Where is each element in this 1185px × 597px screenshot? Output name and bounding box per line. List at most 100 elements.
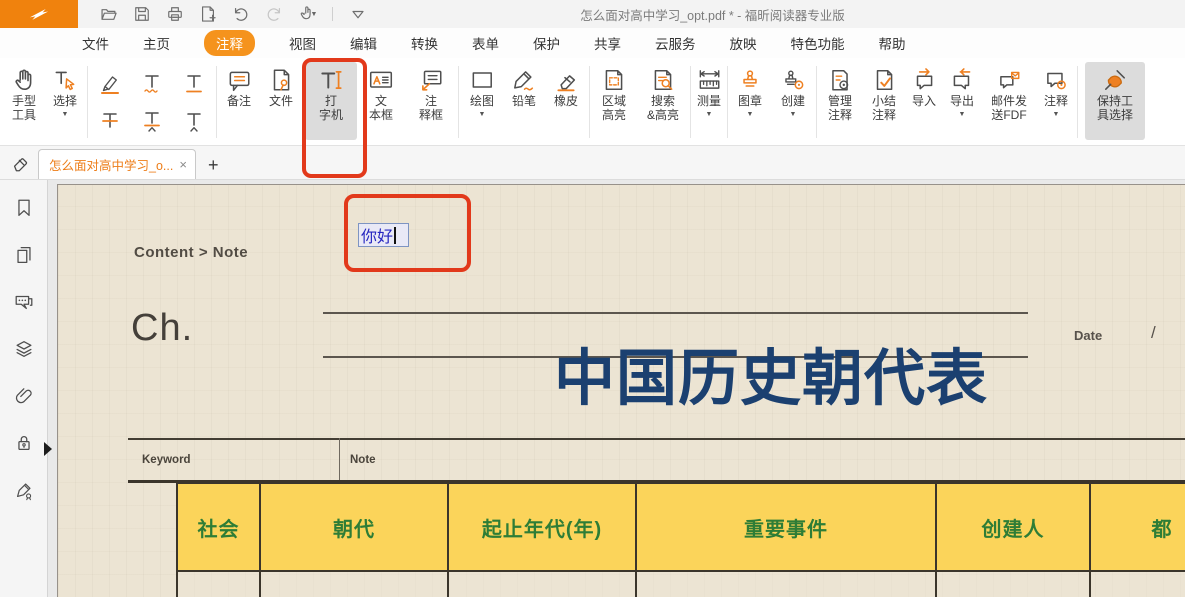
menu-item-保护[interactable]: 保护 <box>533 31 560 55</box>
ribbon-button-textbox[interactable]: 文本框 <box>357 62 405 140</box>
ribbon-button-comments-menu[interactable]: 注释▼ <box>1036 62 1076 140</box>
ribbon-button-label: 备注 <box>227 95 251 109</box>
keyword-note-divider <box>339 438 340 482</box>
quick-access-hand-mode-button[interactable]: ▼ <box>296 3 318 25</box>
dropdown-arrow-icon: ▼ <box>959 111 966 118</box>
dropdown-arrow-icon: ▼ <box>706 111 713 118</box>
ribbon-button-file-attach[interactable]: 文件 <box>260 62 302 140</box>
menu-item-放映[interactable]: 放映 <box>730 31 757 55</box>
textbox-icon <box>368 65 394 95</box>
text-markup-grid <box>89 62 215 140</box>
ribbon-button-note[interactable]: 备注 <box>218 62 260 140</box>
ribbon-button-draw[interactable]: 绘图 ▼ <box>460 62 504 140</box>
ribbon-button-label: 邮件发 <box>991 95 1027 109</box>
table-header-cell: 重要事件 <box>637 484 937 570</box>
ribbon-button-manage-comments[interactable]: 管理注释 <box>818 62 862 140</box>
ribbon-button-label: 图章 <box>738 95 762 109</box>
ribbon-button-create-stamp[interactable]: 创建▼ <box>771 62 815 140</box>
select-icon <box>52 65 78 95</box>
table-header-cell: 创建人 <box>937 484 1091 570</box>
document-area: Content > Note 你好 Ch. Date / 中国历史朝代表 Key… <box>0 180 1185 597</box>
ribbon-button-label: 工具 <box>12 109 36 123</box>
menu-item-文件[interactable]: 文件 <box>82 31 109 55</box>
date-label: Date <box>1074 328 1102 343</box>
quick-access-undo-button[interactable] <box>230 3 252 25</box>
ribbon-button-insert-text[interactable] <box>175 104 213 138</box>
ribbon-button-select[interactable]: 选择▼ <box>44 62 86 140</box>
ribbon-button-search-highlight[interactable]: 搜索&高亮 <box>637 62 689 140</box>
ribbon-button-strikeout[interactable] <box>91 104 129 138</box>
quick-access-redo-button[interactable] <box>263 3 285 25</box>
menu-item-特色功能[interactable]: 特色功能 <box>791 31 845 55</box>
sidebar-attachments-panel-button[interactable] <box>11 384 37 408</box>
pencil-icon <box>511 65 537 95</box>
menu-item-云服务[interactable]: 云服务 <box>655 31 696 55</box>
eraser-tool-icon[interactable] <box>8 150 34 176</box>
sidebar-comments-panel-button[interactable] <box>11 290 37 314</box>
quick-access-save-button[interactable] <box>131 3 153 25</box>
quick-access-collapse-toolbar-button[interactable] <box>347 3 369 25</box>
sidebar-signature-panel-button[interactable] <box>11 478 37 502</box>
menu-item-表单[interactable]: 表单 <box>472 31 499 55</box>
replace-text-icon <box>140 109 164 133</box>
window-title: 怎么面对高中学习_opt.pdf * - 福昕阅读器专业版 <box>240 5 1185 24</box>
dropdown-arrow-icon: ▼ <box>479 111 486 118</box>
ribbon-group-divider <box>816 66 817 138</box>
ribbon-button-typewriter[interactable]: 打字机 <box>305 62 357 140</box>
table-header-cell: 朝代 <box>261 484 449 570</box>
ribbon-button-underline[interactable] <box>175 66 213 100</box>
ribbon-button-squiggly-underline[interactable] <box>133 66 171 100</box>
ribbon-button-summarize-comments[interactable]: 小结注释 <box>862 62 906 140</box>
ribbon-button-label: 导入 <box>912 95 936 109</box>
ribbon-button-measure[interactable]: 测量▼ <box>692 62 726 140</box>
quick-access-open-folder-button[interactable] <box>98 3 120 25</box>
menu-item-主页[interactable]: 主页 <box>143 31 170 55</box>
sidebar-pages-panel-button[interactable] <box>11 243 37 267</box>
ribbon-button-keep-tool-selected[interactable]: 保持工具选择 <box>1085 62 1145 140</box>
sidebar-security-panel-button[interactable] <box>11 431 37 455</box>
ribbon-group-divider <box>303 66 304 138</box>
menu-item-转换[interactable]: 转换 <box>411 31 438 55</box>
ribbon-button-label: 绘图 <box>470 95 494 109</box>
ribbon-group: 区域高亮搜索&高亮 <box>591 62 689 140</box>
quick-access-page-plus-button[interactable] <box>197 3 219 25</box>
ribbon-button-label: 文 <box>375 95 387 109</box>
note-icon <box>226 65 252 95</box>
ribbon-button-label: 手型 <box>12 95 36 109</box>
menu-item-帮助[interactable]: 帮助 <box>879 31 906 55</box>
ribbon-button-label: 导出 <box>950 95 974 109</box>
ribbon-button-replace-text[interactable] <box>133 104 171 138</box>
menu-item-共享[interactable]: 共享 <box>594 31 621 55</box>
menu-item-视图[interactable]: 视图 <box>289 31 316 55</box>
document-tab[interactable]: 怎么面对高中学习_o... × <box>38 149 196 179</box>
ribbon-button-stamp[interactable]: 图章▼ <box>729 62 771 140</box>
ribbon-button-email-fdf[interactable]: 邮件发送FDF <box>982 62 1036 140</box>
title-bar: ▼ 怎么面对高中学习_opt.pdf * - 福昕阅读器专业版 <box>0 0 1185 28</box>
ribbon-button-import-comments[interactable]: 导入 <box>906 62 942 140</box>
menu-bar: 文件 主页 注释 视图 编辑 转换 表单 保护 共享 云服务 放映 特色功能 帮助 <box>0 28 1185 58</box>
foxit-logo[interactable] <box>0 0 78 28</box>
ribbon-button-hand-tool[interactable]: 手型工具 <box>4 62 44 140</box>
menu-item-编辑[interactable]: 编辑 <box>350 31 377 55</box>
tab-close-icon[interactable]: × <box>179 157 187 172</box>
table-body-cell <box>449 572 637 597</box>
sidebar-expand-handle[interactable] <box>44 442 52 456</box>
date-separator: / <box>1151 323 1156 343</box>
collapse-toolbar-icon <box>348 4 368 24</box>
sidebar-bookmarks-panel-button[interactable] <box>11 196 37 220</box>
ribbon-button-eraser[interactable]: 橡皮 <box>544 62 588 140</box>
eraser-icon <box>553 65 579 95</box>
ribbon-group-divider <box>727 66 728 138</box>
menu-item-注释[interactable]: 注释 <box>204 30 255 56</box>
attachments-panel-icon <box>13 385 35 407</box>
ribbon-button-highlight[interactable] <box>91 66 129 100</box>
ribbon-button-callout[interactable]: 注释框 <box>405 62 457 140</box>
new-tab-button[interactable]: + <box>208 156 219 174</box>
ribbon-button-area-highlight[interactable]: 区域高亮 <box>591 62 637 140</box>
quick-access-print-button[interactable] <box>164 3 186 25</box>
sidebar-layers-panel-button[interactable] <box>11 337 37 361</box>
ribbon-button-export-comments[interactable]: 导出 ▼ <box>942 62 982 140</box>
ribbon-button-pencil[interactable]: 铅笔 <box>504 62 544 140</box>
ribbon-toolbar: 手型工具选择▼备注文件打字机文本框注释框绘图▼铅笔橡皮区域高亮搜索&高亮测量▼图… <box>0 58 1185 146</box>
security-panel-icon <box>13 432 35 454</box>
